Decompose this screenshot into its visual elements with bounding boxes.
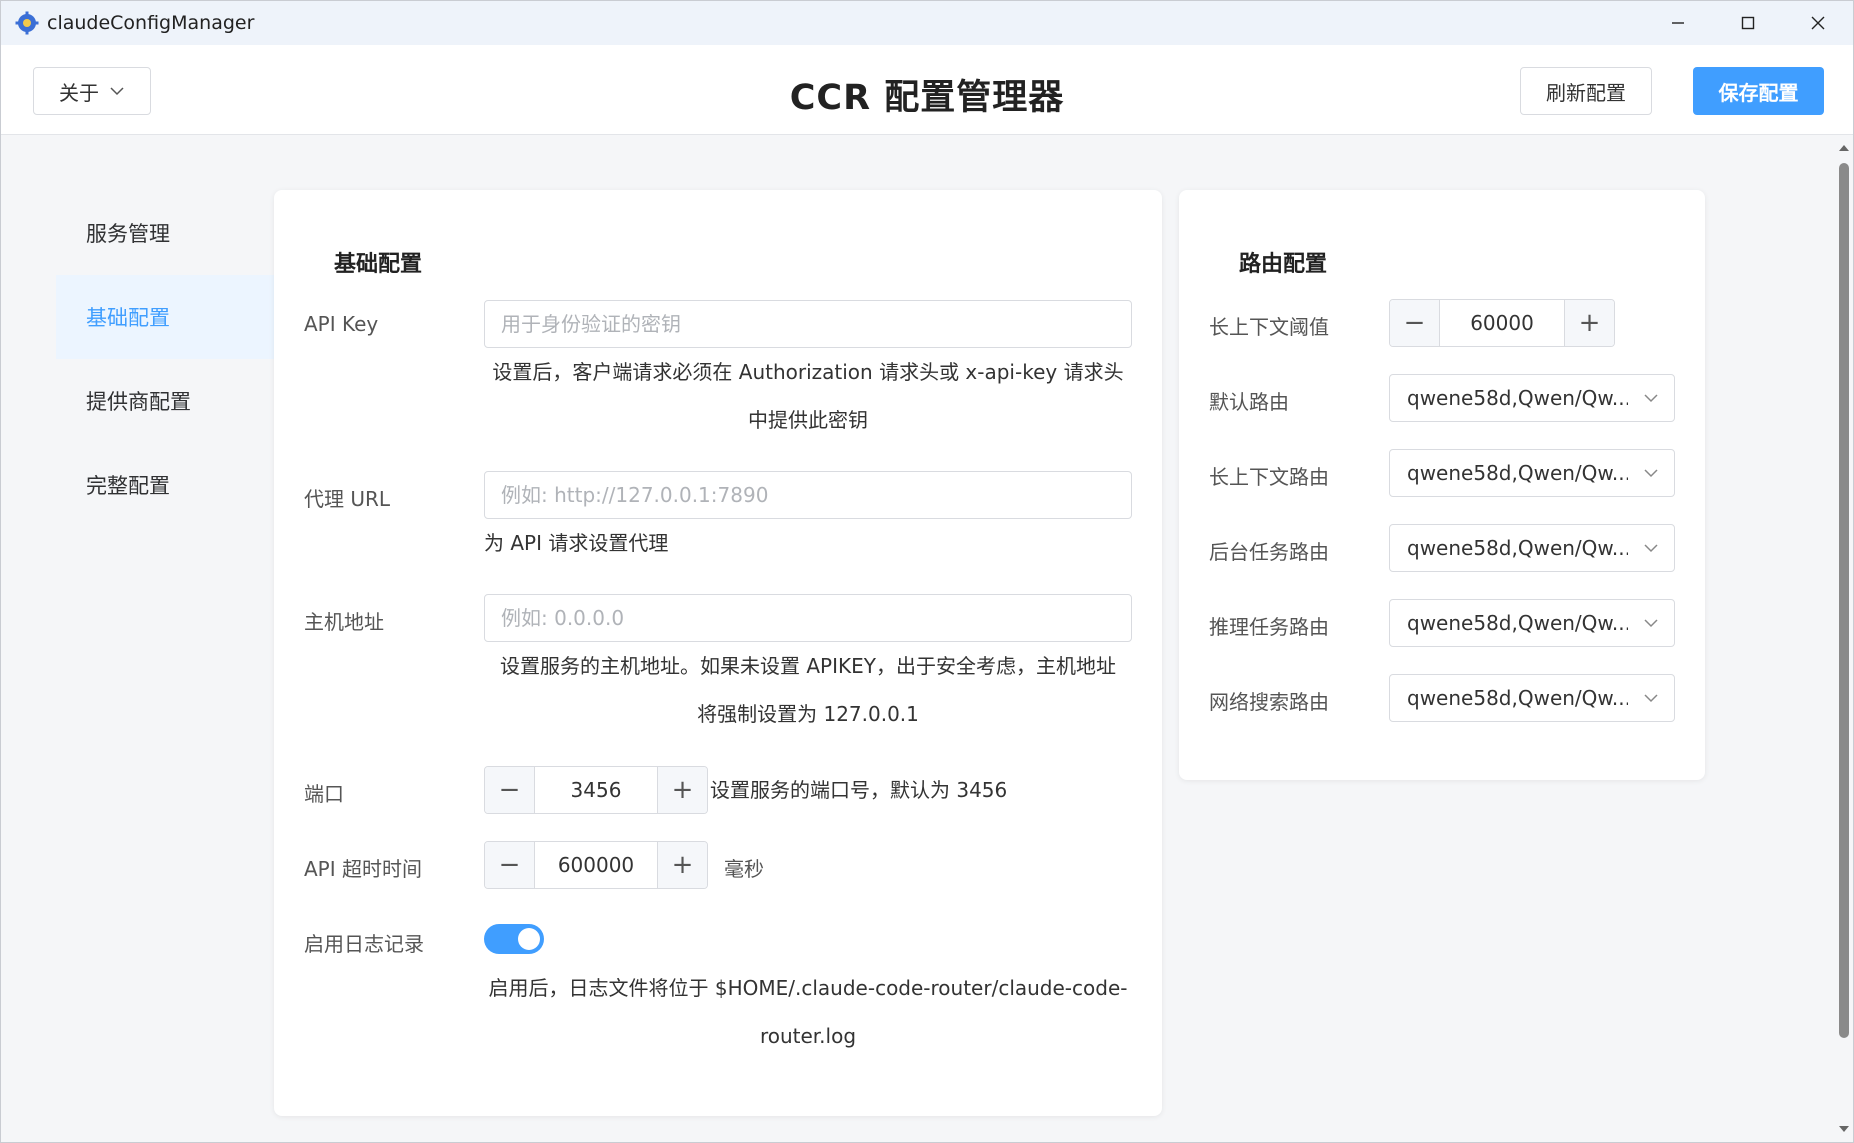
window-title: claudeConfigManager <box>47 12 255 34</box>
api-key-help-line1: 设置后，客户端请求必须在 Authorization 请求头或 x-api-ke… <box>492 360 1124 384</box>
save-config-button[interactable]: 保存配置 <box>1693 67 1824 115</box>
host-help-line2: 将强制设置为 127.0.0.1 <box>697 702 919 726</box>
api-key-help-line2: 中提供此密钥 <box>748 408 868 432</box>
chevron-down-icon <box>1644 694 1658 703</box>
default-route-value: qwene58d,Qwen/Qw... <box>1407 386 1628 410</box>
scroll-up-arrow-icon[interactable] <box>1837 141 1851 155</box>
app-header: 关于 CCR 配置管理器 刷新配置 保存配置 <box>1 45 1853 135</box>
timeout-stepper: − 600000 + <box>484 841 708 889</box>
think-route-label: 推理任务路由 <box>1209 615 1329 639</box>
port-label: 端口 <box>304 782 344 806</box>
timeout-value[interactable]: 600000 <box>535 842 657 888</box>
default-route-label: 默认路由 <box>1209 390 1289 414</box>
web-search-route-select[interactable]: qwene58d,Qwen/Qw... <box>1389 674 1675 722</box>
port-stepper: − 3456 + <box>484 766 708 814</box>
chevron-down-icon <box>1644 394 1658 403</box>
logging-help-line1: 启用后，日志文件将位于 $HOME/.claude-code-router/cl… <box>488 976 1128 1000</box>
proxy-url-label: 代理 URL <box>304 487 391 511</box>
toggle-knob <box>518 928 540 950</box>
logging-toggle[interactable] <box>484 924 544 954</box>
logging-label: 启用日志记录 <box>304 932 424 956</box>
host-input[interactable] <box>484 594 1132 642</box>
gear-icon <box>15 11 39 35</box>
maximize-button[interactable] <box>1713 1 1783 45</box>
chevron-down-icon <box>1644 469 1658 478</box>
chevron-down-icon <box>1644 544 1658 553</box>
web-search-route-label: 网络搜索路由 <box>1209 690 1329 714</box>
host-label: 主机地址 <box>304 610 384 634</box>
long-context-threshold-stepper: − 60000 + <box>1389 299 1615 347</box>
timeout-increment-button[interactable]: + <box>657 842 707 888</box>
background-route-select[interactable]: qwene58d,Qwen/Qw... <box>1389 524 1675 572</box>
vertical-scrollbar[interactable] <box>1833 135 1853 1142</box>
think-route-select[interactable]: qwene58d,Qwen/Qw... <box>1389 599 1675 647</box>
port-value[interactable]: 3456 <box>535 767 657 813</box>
sidebar-item-providers[interactable]: 提供商配置 <box>56 359 274 443</box>
long-context-route-select[interactable]: qwene58d,Qwen/Qw... <box>1389 449 1675 497</box>
web-search-route-value: qwene58d,Qwen/Qw... <box>1407 686 1628 710</box>
long-context-threshold-label: 长上下文阈值 <box>1209 315 1329 339</box>
proxy-url-help: 为 API 请求设置代理 <box>484 531 669 555</box>
port-decrement-button[interactable]: − <box>485 767 535 813</box>
think-route-value: qwene58d,Qwen/Qw... <box>1407 611 1628 635</box>
default-route-select[interactable]: qwene58d,Qwen/Qw... <box>1389 374 1675 422</box>
api-key-input[interactable] <box>484 300 1132 348</box>
sidebar-menu: 服务管理 基础配置 提供商配置 完整配置 <box>56 191 274 527</box>
close-button[interactable] <box>1783 1 1853 45</box>
host-help-line1: 设置服务的主机地址。如果未设置 APIKEY，出于安全考虑，主机地址 <box>500 654 1116 678</box>
long-context-route-value: qwene58d,Qwen/Qw... <box>1407 461 1628 485</box>
minimize-button[interactable] <box>1643 1 1713 45</box>
chevron-down-icon <box>1644 619 1658 628</box>
sidebar-item-basic[interactable]: 基础配置 <box>56 275 274 359</box>
timeout-decrement-button[interactable]: − <box>485 842 535 888</box>
timeout-unit: 毫秒 <box>724 857 764 881</box>
background-route-label: 后台任务路由 <box>1209 540 1329 564</box>
threshold-increment-button[interactable]: + <box>1564 300 1614 346</box>
background-route-value: qwene58d,Qwen/Qw... <box>1407 536 1628 560</box>
sidebar-item-full[interactable]: 完整配置 <box>56 443 274 527</box>
threshold-decrement-button[interactable]: − <box>1390 300 1440 346</box>
refresh-config-button[interactable]: 刷新配置 <box>1520 67 1652 115</box>
route-config-title: 路由配置 <box>1239 252 1328 277</box>
timeout-label: API 超时时间 <box>304 857 422 881</box>
route-config-card: 路由配置 长上下文阈值 − 60000 + 默认路由 qwene58d,Qwen… <box>1179 190 1705 780</box>
api-key-label: API Key <box>304 312 379 336</box>
title-bar: claudeConfigManager <box>1 1 1853 45</box>
threshold-value[interactable]: 60000 <box>1440 300 1564 346</box>
scroll-thumb[interactable] <box>1839 163 1849 1038</box>
long-context-route-label: 长上下文路由 <box>1209 465 1329 489</box>
port-increment-button[interactable]: + <box>657 767 707 813</box>
sidebar-item-service[interactable]: 服务管理 <box>56 191 274 275</box>
proxy-url-input[interactable] <box>484 471 1132 519</box>
maximize-icon <box>1741 16 1755 30</box>
port-help: 设置服务的端口号，默认为 3456 <box>710 778 1008 802</box>
basic-config-card: 基础配置 API Key 设置后，客户端请求必须在 Authorization … <box>274 190 1162 1116</box>
minimize-icon <box>1672 22 1684 24</box>
scroll-down-arrow-icon[interactable] <box>1837 1122 1851 1136</box>
app-window: claudeConfigManager 关于 CCR 配置管理器 刷新配置 保存… <box>0 0 1854 1143</box>
close-icon <box>1811 16 1825 30</box>
basic-config-title: 基础配置 <box>334 252 423 277</box>
logging-help-line2: router.log <box>759 1024 857 1048</box>
